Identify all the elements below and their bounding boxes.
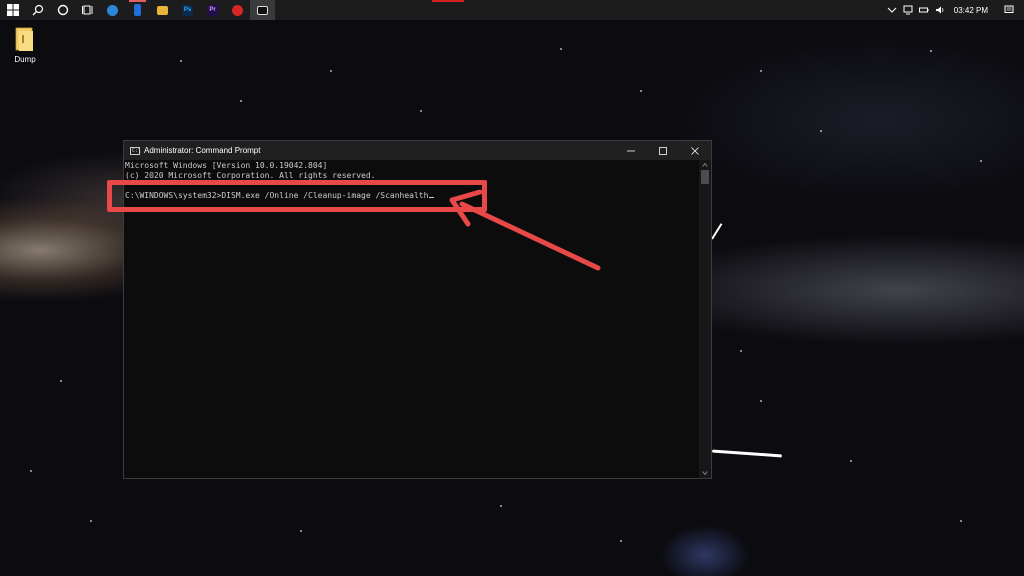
annotation-highlight-box bbox=[107, 180, 487, 212]
volume-icon bbox=[935, 6, 944, 14]
clock[interactable]: 03:42 PM bbox=[948, 6, 994, 15]
taskbar-app-photoshop[interactable]: Ps bbox=[175, 0, 200, 20]
edge-icon bbox=[107, 4, 118, 16]
scroll-up-button[interactable] bbox=[699, 160, 711, 170]
cortana-icon bbox=[57, 4, 68, 16]
minimize-icon bbox=[627, 150, 635, 151]
photoshop-icon: Ps bbox=[182, 4, 193, 16]
cortana-button[interactable] bbox=[50, 0, 75, 20]
console-line: Microsoft Windows [Version 10.0.19042.80… bbox=[125, 161, 328, 170]
chevron-up-icon bbox=[887, 7, 897, 13]
wallpaper-stroke bbox=[711, 449, 783, 458]
close-button[interactable] bbox=[679, 141, 711, 160]
network-button[interactable] bbox=[900, 0, 916, 20]
terminal-icon bbox=[257, 5, 268, 15]
search-icon bbox=[32, 4, 43, 16]
annotation-arrow-icon bbox=[449, 189, 601, 271]
scrollbar-thumb[interactable] bbox=[701, 170, 709, 184]
taskbar-indicator bbox=[432, 0, 464, 2]
taskbar-app-premiere[interactable]: Pr bbox=[200, 0, 225, 20]
taskbar-app-phone[interactable] bbox=[125, 0, 150, 20]
taskbar-app-red[interactable] bbox=[225, 0, 250, 20]
notification-icon bbox=[1004, 5, 1014, 13]
cmd-app-icon: C:\ bbox=[130, 146, 142, 155]
folder-icon bbox=[157, 5, 168, 15]
task-view-button[interactable] bbox=[75, 0, 100, 20]
show-hidden-icons-button[interactable] bbox=[884, 0, 900, 20]
window-title-bar[interactable]: C:\ Administrator: Command Prompt bbox=[124, 141, 711, 160]
window-title: Administrator: Command Prompt bbox=[144, 146, 261, 155]
taskbar-app-file-explorer[interactable] bbox=[150, 0, 175, 20]
scroll-down-button[interactable] bbox=[699, 468, 711, 478]
maximize-button[interactable] bbox=[647, 141, 679, 160]
maximize-icon bbox=[659, 146, 667, 155]
phone-icon bbox=[134, 4, 141, 16]
network-icon bbox=[903, 5, 913, 15]
battery-button[interactable] bbox=[916, 0, 932, 20]
battery-icon bbox=[918, 7, 929, 13]
desktop-icon-dump[interactable]: Dump bbox=[10, 26, 40, 64]
folder-icon bbox=[14, 26, 36, 52]
action-center-button[interactable] bbox=[994, 0, 1024, 20]
task-view-icon bbox=[81, 5, 92, 15]
system-tray: 03:42 PM bbox=[884, 0, 1024, 20]
windows-icon bbox=[6, 4, 19, 16]
taskbar-app-command-prompt[interactable] bbox=[250, 0, 275, 20]
desktop-icon-label: Dump bbox=[14, 55, 36, 64]
premiere-icon: Pr bbox=[207, 4, 218, 16]
red-app-icon bbox=[232, 4, 243, 16]
taskbar-app-edge[interactable] bbox=[100, 0, 125, 20]
search-button[interactable] bbox=[25, 0, 50, 20]
wallpaper-stroke bbox=[711, 223, 723, 240]
chevron-up-icon bbox=[702, 162, 708, 167]
chevron-down-icon bbox=[702, 471, 708, 476]
start-button[interactable] bbox=[0, 0, 25, 20]
volume-button[interactable] bbox=[932, 0, 948, 20]
taskbar: Ps Pr 03:42 PM bbox=[0, 0, 1024, 20]
close-icon bbox=[691, 146, 699, 155]
minimize-button[interactable] bbox=[615, 141, 647, 160]
vertical-scrollbar[interactable] bbox=[699, 160, 711, 478]
